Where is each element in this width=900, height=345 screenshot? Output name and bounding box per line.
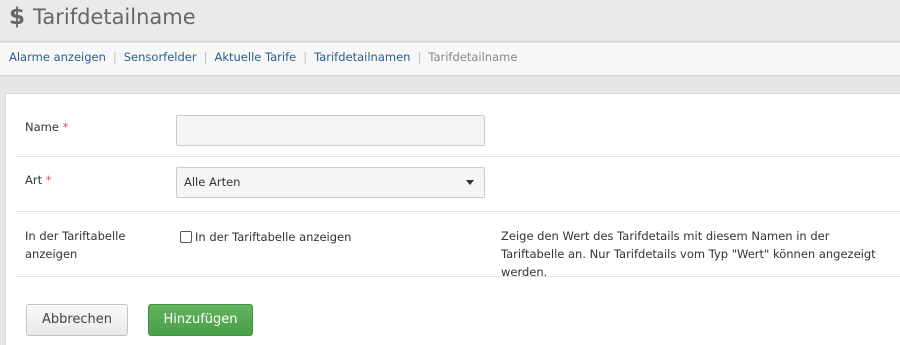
- name-label: Name *: [25, 118, 68, 136]
- breadcrumb-link-sensorfelder[interactable]: Sensorfelder: [124, 50, 197, 64]
- breadcrumb-link-aktuelle-tarife[interactable]: Aktuelle Tarife: [214, 50, 296, 64]
- show-in-table-help-text: Zeige den Wert des Tarifdetails mit dies…: [501, 229, 876, 279]
- breadcrumb-separator: |: [112, 50, 117, 64]
- show-in-table-checkbox-wrap[interactable]: In der Tariftabelle anzeigen: [180, 230, 351, 244]
- breadcrumb-link-alarme[interactable]: Alarme anzeigen: [9, 50, 106, 64]
- breadcrumb-separator: |: [417, 50, 422, 64]
- form-row-art: Art * Alle Arten: [15, 157, 900, 212]
- show-in-table-checkbox[interactable]: [180, 231, 192, 243]
- art-select[interactable]: Alle Arten: [176, 167, 485, 198]
- breadcrumb-current: Tarifdetailname: [428, 50, 518, 64]
- breadcrumb-separator: |: [303, 50, 308, 64]
- form-panel: Name * Art * Alle Arten In der Tariftabe…: [5, 93, 900, 345]
- name-label-text: Name: [25, 120, 59, 134]
- show-in-table-label: In der Tariftabelle anzeigen: [25, 229, 126, 261]
- breadcrumb: Alarme anzeigen | Sensorfelder | Aktuelle Ta…: [0, 43, 900, 76]
- required-mark: *: [45, 173, 52, 187]
- required-mark: *: [62, 120, 69, 134]
- dollar-icon: $: [9, 4, 26, 30]
- art-label: Art *: [25, 171, 52, 189]
- name-input[interactable]: [176, 115, 485, 146]
- caret-down-icon: [466, 180, 474, 185]
- form-row-name: Name *: [15, 94, 900, 157]
- title-bar: $ Tarifdetailname: [0, 0, 900, 42]
- cancel-button[interactable]: Abbrechen: [26, 304, 128, 336]
- show-in-table-checkbox-label[interactable]: In der Tariftabelle anzeigen: [195, 230, 351, 244]
- art-select-value: Alle Arten: [184, 175, 241, 189]
- add-button[interactable]: Hinzufügen: [148, 304, 253, 336]
- breadcrumb-separator: |: [203, 50, 208, 64]
- page-title: Tarifdetailname: [33, 5, 196, 29]
- art-label-text: Art: [25, 173, 43, 187]
- form-row-show-in-table: In der Tariftabelle anzeigen In der Tari…: [15, 212, 900, 279]
- breadcrumb-link-tarifdetailnamen[interactable]: Tarifdetailnamen: [314, 50, 410, 64]
